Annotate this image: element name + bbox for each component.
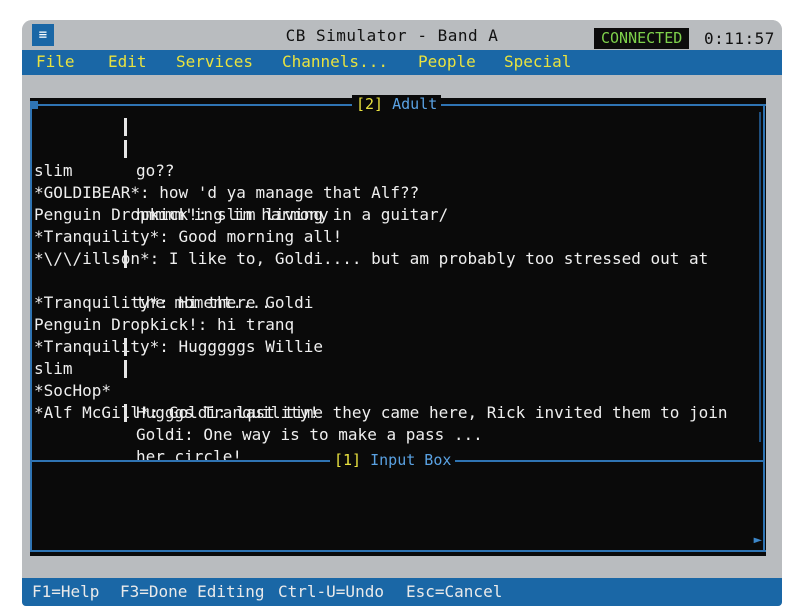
column-separator [124, 250, 127, 268]
chat-line: go?? [34, 116, 754, 180]
chat-line: *Tranquility*: Hugggggs Willie [34, 314, 754, 356]
arrow-right-icon[interactable]: ► [754, 532, 762, 548]
help-key-hint[interactable]: F1=Help [32, 582, 99, 602]
menu-special[interactable]: Special [504, 52, 571, 72]
chat-scrollbar[interactable] [759, 112, 761, 442]
chat-line: the moment.... [34, 248, 754, 312]
cancel-key-hint[interactable]: Esc=Cancel [406, 582, 502, 602]
frame-bottom [30, 550, 766, 552]
column-separator [124, 118, 127, 136]
chat-line: *SocHop* Goldi: One way is to make a pas… [34, 358, 754, 444]
input-box-name: Input Box [370, 451, 452, 469]
message-text: her circle! [136, 447, 242, 466]
chat-window: [2] Adult go?? slim hmmmm'ing in harmony… [30, 95, 766, 556]
terminal-screen: ≡ CB Simulator - Band A CONNECTED 0:11:5… [22, 20, 782, 606]
column-separator [124, 404, 127, 422]
menu-edit[interactable]: Edit [108, 52, 147, 72]
window-close-box[interactable] [30, 101, 38, 109]
chat-line: her circle! [34, 402, 754, 466]
chat-line: *Tranquility*: Hi there Goldi [34, 270, 754, 312]
column-separator [124, 140, 127, 158]
session-clock: 0:11:57 [704, 29, 775, 48]
chat-window-number: [2] [356, 95, 384, 113]
menu-services[interactable]: Services [176, 52, 253, 72]
done-editing-key-hint[interactable]: F3=Done Editing [120, 582, 265, 602]
chat-line: slim hmmmm'ing in harmony [34, 138, 754, 224]
input-box-number: [1] [334, 451, 362, 469]
menu-file[interactable]: File [36, 52, 75, 72]
chat-line: *Alf McGill*: Goldi: last time they came… [34, 380, 754, 422]
input-box-title: [1] Input Box [330, 451, 456, 469]
column-separator [124, 338, 127, 356]
chat-line: *\/\/illson*: I like to, Goldi.... but a… [34, 226, 754, 268]
function-key-bar: F1=Help F3=Done Editing Ctrl-U=Undo Esc=… [22, 578, 782, 606]
frame-right [763, 104, 765, 552]
chat-log: go?? slim hmmmm'ing in harmony *GOLDIBEA… [34, 116, 754, 466]
message-input-box[interactable]: ► [36, 472, 762, 550]
system-menu-icon[interactable]: ≡ [32, 24, 54, 46]
message-text: Goldi: One way is to make a pass ... [136, 425, 483, 444]
menu-channels[interactable]: Channels... [282, 52, 388, 72]
menu-bar: File Edit Services Channels... People Sp… [22, 50, 782, 75]
connection-status-badge: CONNECTED [594, 28, 690, 49]
chat-line: Penguin Dropkick!: slim living in a guit… [34, 182, 754, 224]
frame-left [30, 104, 32, 552]
chat-window-title: [2] Adult [352, 95, 442, 113]
title-bar: ≡ CB Simulator - Band A CONNECTED 0:11:5… [22, 20, 782, 50]
chat-line: slim Hugggs Tranquility! [34, 336, 754, 422]
chat-line: *GOLDIBEAR*: how 'd ya manage that Alf?? [34, 160, 754, 202]
chat-window-name: Adult [392, 95, 438, 113]
column-separator [124, 360, 127, 378]
chat-line: Penguin Dropkick!: hi tranq [34, 292, 754, 334]
chat-line: *Tranquility*: Good morning all! [34, 204, 754, 246]
menu-people[interactable]: People [418, 52, 476, 72]
undo-key-hint[interactable]: Ctrl-U=Undo [278, 582, 384, 602]
app-title: CB Simulator - Band A [285, 26, 499, 45]
